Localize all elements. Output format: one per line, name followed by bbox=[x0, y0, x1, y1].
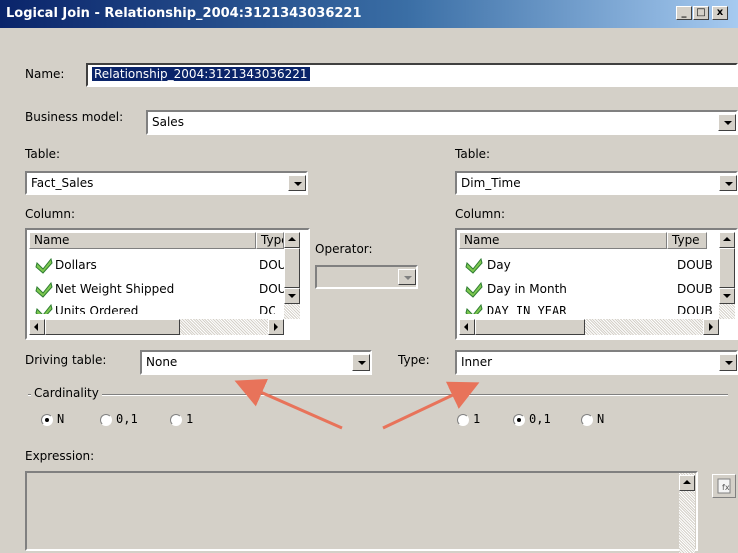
expression-builder-icon: fx bbox=[717, 478, 731, 494]
expression-scroll-up-button[interactable] bbox=[679, 475, 695, 491]
expression-builder-button[interactable]: fx bbox=[712, 474, 736, 498]
right-annotation-arrow bbox=[382, 381, 480, 430]
svg-text:fx: fx bbox=[722, 483, 730, 492]
expression-textarea[interactable] bbox=[25, 471, 698, 553]
expression-label: Expression: bbox=[25, 449, 95, 463]
left-annotation-arrow bbox=[234, 378, 343, 430]
annotation-arrows bbox=[234, 378, 480, 430]
